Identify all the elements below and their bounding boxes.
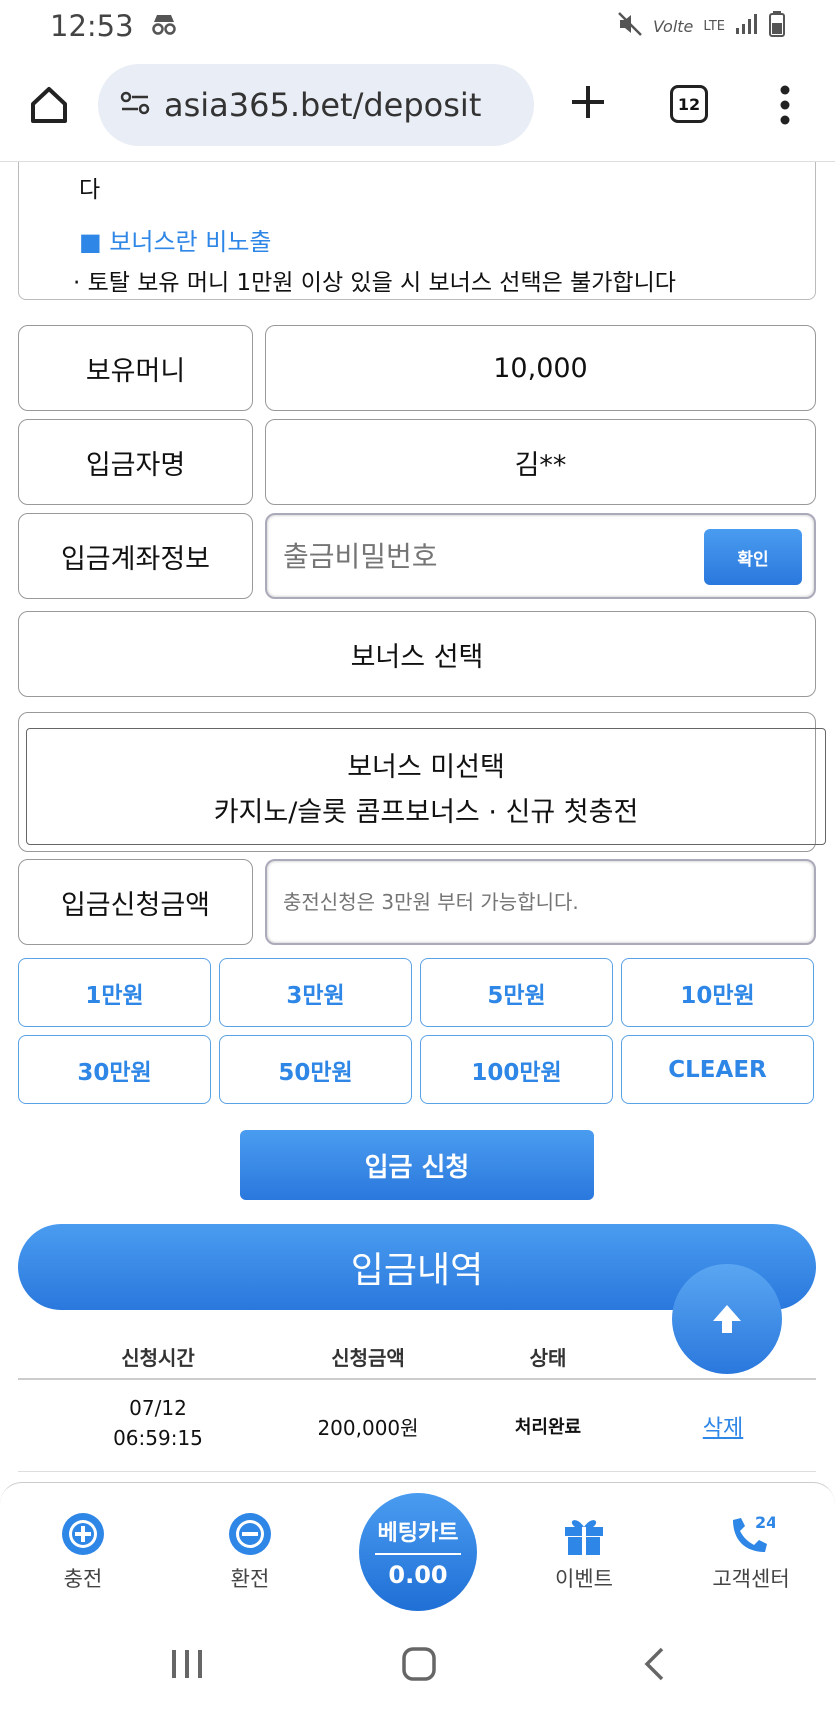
nav-charge[interactable]: 충전 [23, 1509, 143, 1593]
notice-fragment: 다 [79, 177, 101, 203]
scroll-to-top-button[interactable] [672, 1264, 782, 1374]
back-icon [644, 1647, 664, 1681]
bonus-option-none[interactable]: 보너스 미선택 [347, 745, 505, 784]
balance-label: 보유머니 [18, 325, 253, 411]
new-tab-button[interactable] [568, 82, 608, 122]
row-date: 07/12 [129, 1396, 187, 1420]
nav-exchange-label: 환전 [230, 1567, 270, 1591]
chip-plus-icon [23, 1509, 143, 1559]
arrow-up-icon [713, 1305, 741, 1333]
page-content: 다 ■ 보너스란 비노출 · 토탈 보유 머니 1만원 이상 있을 시 보너스 … [0, 162, 835, 1482]
amount-30k-button[interactable]: 3만원 [219, 958, 412, 1027]
bet-cart-button[interactable]: 베팅카트 0.00 [359, 1493, 477, 1611]
address-bar[interactable]: asia365.bet/deposit [98, 64, 534, 146]
row-status: 처리완료 [514, 1417, 582, 1438]
amount-500k-button[interactable]: 50만원 [219, 1035, 412, 1104]
col-request-amount: 신청금액 [331, 1346, 405, 1370]
bet-cart-divider [375, 1553, 461, 1555]
more-vert-icon [780, 85, 790, 125]
chip-minus-icon [190, 1509, 310, 1559]
notice-heading: ■ 보너스란 비노출 [79, 228, 272, 256]
bonus-notice: 다 ■ 보너스란 비노출 · 토탈 보유 머니 1만원 이상 있을 시 보너스 … [18, 162, 816, 300]
home-circle-icon [402, 1647, 436, 1681]
account-info-label: 입금계좌정보 [18, 513, 253, 599]
recent-apps-icon [172, 1650, 202, 1678]
depositor-row: 입금자명 김** [18, 419, 816, 505]
phone-24-icon: 24 [691, 1509, 811, 1559]
status-time: 12:53 [50, 9, 134, 43]
nav-support-label: 고객센터 [712, 1567, 790, 1591]
depositor-value: 김** [265, 419, 816, 505]
more-menu-button[interactable] [775, 84, 795, 126]
amount-clear-button[interactable]: CLEAER [621, 1035, 814, 1104]
bonus-option-comp[interactable]: 카지노/슬롯 콤프보너스 · 신규 첫충전 [214, 790, 639, 829]
row-time: 06:59:15 [113, 1426, 203, 1450]
back-button[interactable] [640, 1646, 668, 1686]
home-nav-button[interactable] [401, 1646, 437, 1686]
balance-value: 10,000 [265, 325, 816, 411]
account-info-row: 입금계좌정보 확인 [18, 513, 816, 599]
mute-icon [617, 11, 643, 41]
battery-icon [769, 11, 785, 41]
bonus-select-box: 보너스 미선택 카지노/슬롯 콤프보너스 · 신규 첫충전 [18, 712, 826, 852]
confirm-button[interactable]: 확인 [704, 529, 802, 585]
amount-50k-button[interactable]: 5만원 [420, 958, 613, 1027]
amount-input[interactable] [267, 861, 814, 943]
recent-apps-button[interactable] [170, 1646, 204, 1686]
url-text: asia365.bet/deposit [164, 86, 482, 124]
system-nav-bar [0, 1622, 835, 1716]
amount-1m-button[interactable]: 100만원 [420, 1035, 613, 1104]
bonus-select-title: 보너스 선택 [18, 611, 816, 697]
delete-link[interactable]: 삭제 [688, 1410, 758, 1442]
withdraw-password-field: 확인 [265, 513, 816, 599]
bet-cart-label: 베팅카트 [377, 1521, 459, 1546]
home-button[interactable] [28, 84, 70, 126]
amount-300k-button[interactable]: 30만원 [18, 1035, 211, 1104]
nav-charge-label: 충전 [63, 1567, 103, 1591]
notice-line: · 토탈 보유 머니 1만원 이상 있을 시 보너스 선택은 불가합니다 [73, 270, 676, 296]
table-row: 07/12 06:59:15 200,000원 처리완료 삭제 [18, 1382, 816, 1472]
amount-100k-button[interactable]: 10만원 [621, 958, 814, 1027]
depositor-label: 입금자명 [18, 419, 253, 505]
nav-exchange[interactable]: 환전 [190, 1509, 310, 1593]
svg-text:24: 24 [755, 1513, 775, 1532]
browser-toolbar: asia365.bet/deposit 12 [0, 52, 835, 162]
home-icon [31, 87, 67, 123]
signal-icon [735, 13, 759, 39]
status-bar: 12:53 Volte LTE [0, 0, 835, 52]
row-amount: 200,000원 [317, 1416, 419, 1440]
nav-event[interactable]: 이벤트 [524, 1509, 644, 1593]
balance-row: 보유머니 10,000 [18, 325, 816, 411]
network-type: LTE [703, 18, 725, 34]
bet-cart-value: 0.00 [388, 1561, 448, 1589]
bottom-nav: 충전 환전 베팅카트 0.00 이벤트 24 고객센터 [0, 1482, 835, 1622]
amount-field [265, 859, 816, 945]
nav-support[interactable]: 24 고객센터 [691, 1509, 811, 1593]
col-request-time: 신청시간 [121, 1346, 195, 1370]
site-settings-icon[interactable] [120, 90, 150, 120]
tab-switcher-button[interactable]: 12 [670, 85, 708, 123]
gift-icon [524, 1509, 644, 1559]
amount-10k-button[interactable]: 1만원 [18, 958, 211, 1027]
nav-event-label: 이벤트 [555, 1567, 613, 1591]
incognito-icon [150, 9, 178, 43]
amount-label: 입금신청금액 [18, 859, 253, 945]
plus-icon [572, 86, 604, 118]
volte-icon: Volte [653, 16, 694, 36]
amount-row: 입금신청금액 [18, 859, 816, 945]
col-status: 상태 [529, 1346, 567, 1370]
bonus-select-dropdown[interactable]: 보너스 미선택 카지노/슬롯 콤프보너스 · 신규 첫충전 [26, 728, 826, 845]
deposit-submit-button[interactable]: 입금 신청 [240, 1130, 594, 1200]
